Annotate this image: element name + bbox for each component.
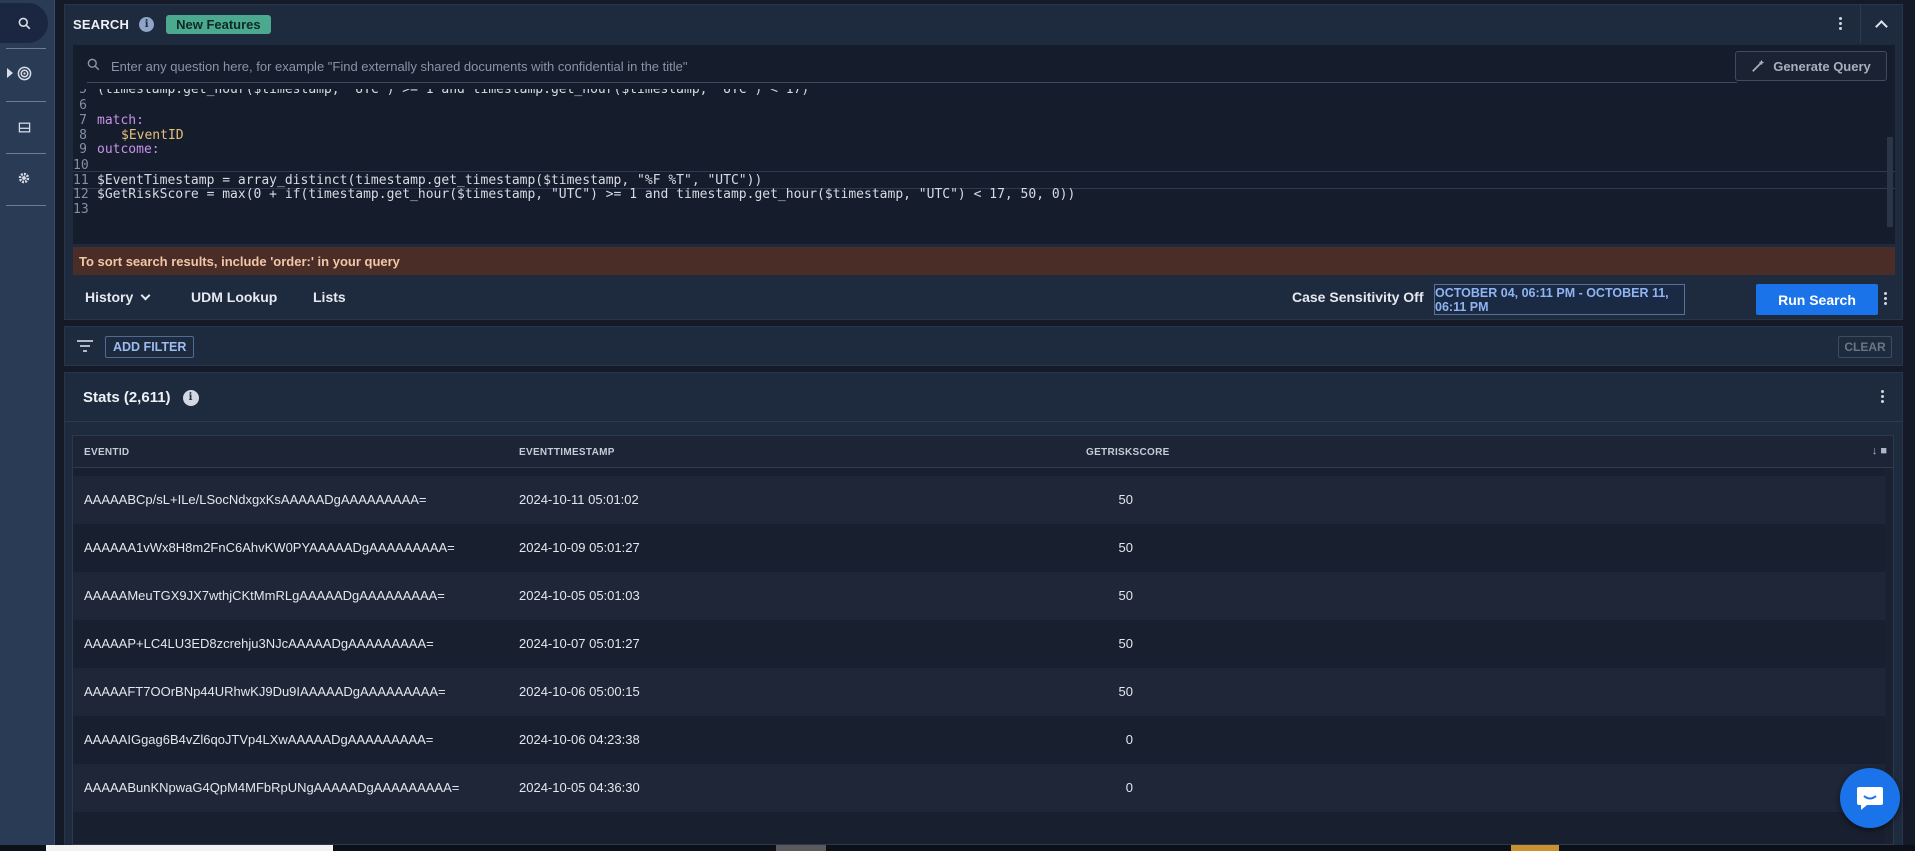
- left-nav-rail: [0, 0, 55, 845]
- cell-getriskscore: 50: [1118, 636, 1133, 651]
- search-more-menu-icon[interactable]: [1839, 17, 1842, 30]
- cell-eventtimestamp: 2024-10-06 05:00:15: [519, 684, 640, 699]
- chevron-up-icon: [1875, 19, 1888, 33]
- new-features-badge[interactable]: New Features: [166, 14, 271, 34]
- cell-eventid: AAAAAMeuTGX9JX7wthjCKtMmRLgAAAAADgAAAAAA…: [84, 588, 445, 603]
- add-filter-button[interactable]: ADD FILTER: [105, 336, 195, 358]
- stats-title: Stats (2,611): [83, 389, 171, 406]
- udm-lookup-button[interactable]: UDM Lookup: [191, 289, 277, 305]
- inbox-icon: [18, 122, 30, 132]
- cell-eventtimestamp: 2024-10-05 04:36:30: [519, 780, 640, 795]
- os-taskbar: [0, 845, 1915, 851]
- collapse-panel-button[interactable]: [1860, 5, 1902, 43]
- cell-eventid: AAAAABCp/sL+ILe/LSocNdxgxKsAAAAADgAAAAAA…: [84, 492, 427, 507]
- editor-scrollbar[interactable]: [1887, 137, 1893, 227]
- rail-divider: [6, 205, 46, 206]
- date-range-picker[interactable]: OCTOBER 04, 06:11 PM - OCTOBER 11, 06:11…: [1434, 284, 1685, 315]
- stats-more-menu-icon[interactable]: [1881, 390, 1884, 403]
- info-icon[interactable]: i: [182, 389, 199, 406]
- search-icon: [87, 58, 100, 71]
- stats-header: Stats (2,611) i: [83, 389, 199, 406]
- table-row[interactable]: AAAAABCp/sL+ILe/LSocNdxgxKsAAAAADgAAAAAA…: [73, 476, 1893, 524]
- column-header-eventtimestamp[interactable]: EVENTTIMESTAMP: [519, 447, 615, 458]
- table-header: EVENTID EVENTTIMESTAMP GETRISKSCORE ↓ ■: [73, 436, 1893, 468]
- cell-getriskscore: 50: [1118, 540, 1133, 555]
- results-table: EVENTID EVENTTIMESTAMP GETRISKSCORE ↓ ■ …: [72, 435, 1894, 845]
- search-panel: SEARCH i New Features Generate Query 5(t…: [64, 4, 1903, 320]
- cell-eventid: AAAAAIGgag6B4vZl6qoJTVp4LXwAAAAADgAAAAAA…: [84, 732, 434, 747]
- lists-button[interactable]: Lists: [313, 289, 346, 305]
- query-editor[interactable]: 5 (timestamp.get_hour($timestamp, "UTC") …: [73, 89, 1895, 244]
- cell-eventid: AAAAABunKNpwaG4QpM4MFbRpUNgAAAAADgAAAAAA…: [84, 780, 460, 795]
- table-row[interactable]: AAAAABunKNpwaG4QpM4MFbRpUNgAAAAADgAAAAAA…: [73, 764, 1893, 812]
- cell-eventtimestamp: 2024-10-05 05:01:03: [519, 588, 640, 603]
- case-sensitivity-toggle[interactable]: Case Sensitivity Off: [1292, 289, 1424, 305]
- taskbar-item[interactable]: [1511, 845, 1559, 851]
- code-line: 13: [73, 202, 89, 217]
- table-row[interactable]: AAAAAMeuTGX9JX7wthjCKtMmRLgAAAAADgAAAAAA…: [73, 572, 1893, 620]
- cell-getriskscore: 50: [1118, 684, 1133, 699]
- cell-eventtimestamp: 2024-10-06 04:23:38: [519, 732, 640, 747]
- natural-language-query-input[interactable]: [87, 51, 1737, 83]
- info-icon[interactable]: i: [139, 16, 155, 32]
- cell-getriskscore: 50: [1118, 588, 1133, 603]
- taskbar-item[interactable]: [776, 845, 826, 851]
- gear-icon: [18, 172, 30, 184]
- nav-investigation[interactable]: [0, 107, 48, 147]
- table-row[interactable]: AAAAAFT7OOrBNp44URhwKJ9Du9IAAAAADgAAAAAA…: [73, 668, 1893, 716]
- table-row[interactable]: AAAAAIGgag6B4vZl6qoJTVp4LXwAAAAADgAAAAAA…: [73, 716, 1893, 764]
- chevron-down-icon: [140, 290, 151, 301]
- column-header-getriskscore[interactable]: GETRISKSCORE: [1086, 447, 1170, 458]
- generate-query-button[interactable]: Generate Query: [1735, 51, 1887, 81]
- sort-hint-banner: To sort search results, include 'order:'…: [73, 247, 1895, 275]
- search-title: SEARCH: [73, 16, 130, 32]
- cell-eventtimestamp: 2024-10-09 05:01:27: [519, 540, 640, 555]
- run-search-button[interactable]: Run Search: [1756, 284, 1878, 315]
- nav-search[interactable]: [0, 3, 48, 43]
- search-header: SEARCH i New Features: [65, 5, 1902, 43]
- divider: [65, 421, 1902, 422]
- chat-bubble-icon: [1857, 787, 1883, 810]
- column-header-eventid[interactable]: EVENTID: [84, 447, 129, 458]
- search-icon: [18, 17, 30, 29]
- generate-query-label: Generate Query: [1773, 58, 1871, 74]
- rail-divider: [6, 48, 46, 49]
- table-row[interactable]: AAAAAP+LC4LU3ED8zcrehju3NJcAAAAADgAAAAAA…: [73, 620, 1893, 668]
- cell-eventtimestamp: 2024-10-07 05:01:27: [519, 636, 640, 651]
- cell-eventid: AAAAAA1vWx8H8m2FnC6AhvKW0PYAAAAADgAAAAAA…: [84, 540, 455, 555]
- stats-panel: Stats (2,611) i EVENTID EVENTTIMESTAMP G…: [64, 372, 1903, 846]
- nav-settings[interactable]: [0, 158, 48, 198]
- cell-getriskscore: 0: [1125, 780, 1133, 795]
- search-toolbar: History UDM Lookup Lists Case Sensitivit…: [65, 275, 1902, 319]
- sort-down-icon[interactable]: ↓ ■: [1872, 445, 1887, 457]
- radar-icon: [17, 66, 31, 80]
- cell-getriskscore: 50: [1118, 492, 1133, 507]
- clear-filters-button[interactable]: CLEAR: [1838, 336, 1892, 358]
- table-row[interactable]: AAAAAA1vWx8H8m2FnC6AhvKW0PYAAAAADgAAAAAA…: [73, 524, 1893, 572]
- history-label: History: [85, 289, 134, 305]
- query-bar: Generate Query: [73, 45, 1895, 89]
- nav-detection[interactable]: [0, 53, 48, 93]
- history-dropdown[interactable]: History: [85, 289, 151, 305]
- filter-bar: ADD FILTER CLEAR: [64, 326, 1903, 366]
- magic-wand-icon: [1752, 59, 1765, 72]
- cell-eventid: AAAAAFT7OOrBNp44URhwKJ9Du9IAAAAADgAAAAAA…: [84, 684, 446, 699]
- cell-getriskscore: 0: [1125, 732, 1133, 747]
- toolbar-more-menu-icon[interactable]: [1884, 292, 1887, 305]
- filter-icon[interactable]: [77, 340, 93, 352]
- chat-support-button[interactable]: [1840, 768, 1900, 828]
- rail-divider: [6, 101, 46, 102]
- cell-eventid: AAAAAP+LC4LU3ED8zcrehju3NJcAAAAADgAAAAAA…: [84, 636, 434, 651]
- rail-divider: [6, 153, 46, 154]
- taskbar-item[interactable]: [46, 845, 333, 851]
- cell-eventtimestamp: 2024-10-11 05:01:02: [519, 492, 639, 507]
